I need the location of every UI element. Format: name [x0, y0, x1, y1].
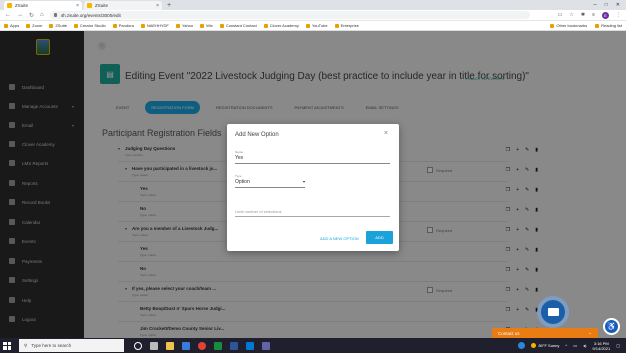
bookmark-icon	[219, 23, 224, 28]
zsuite-favicon-icon	[7, 3, 12, 8]
store-icon[interactable]	[182, 341, 190, 350]
bookmark-icon	[112, 23, 117, 28]
clock[interactable]: 3:16 PM 9/14/2021	[592, 341, 610, 351]
bookmark-icon	[26, 23, 31, 28]
bookmark-icon	[305, 23, 310, 28]
maximize-icon[interactable]: □	[605, 2, 608, 8]
reading-list-icon	[595, 23, 600, 28]
bookmark-icon	[263, 23, 268, 28]
search-icon: ⚲	[24, 342, 28, 348]
excel-icon[interactable]	[214, 341, 222, 350]
network-icon[interactable]: ▭	[573, 343, 577, 348]
bookmark-item[interactable]: Clover Academy	[263, 23, 299, 28]
name-field[interactable]: Name Yes	[235, 150, 390, 164]
teams-icon[interactable]	[262, 341, 270, 350]
bookmark-item[interactable]: Creator Studio	[73, 23, 106, 28]
name-input[interactable]: Yes	[235, 154, 390, 164]
bookmark-item[interactable]: Zoom	[26, 23, 42, 28]
close-icon[interactable]: ×	[384, 130, 388, 137]
tray-chevron-icon[interactable]: ^	[565, 343, 567, 348]
close-tab-icon[interactable]: ×	[76, 3, 79, 9]
bookmark-icon	[200, 23, 205, 28]
account-icon[interactable]	[518, 342, 526, 349]
browser-toolbar-icons: ▭ ☆ ✱ ≡ E ⋮	[558, 11, 621, 19]
close-tab-icon[interactable]: ×	[156, 3, 159, 9]
browser-tab-label: ZSuite	[95, 3, 109, 8]
windows-taskbar: ⚲ Type here to search 80°F Sunny ^ ▭ ◂) …	[0, 338, 626, 353]
outlook-icon[interactable]	[246, 341, 254, 350]
contact-us-bar[interactable]: Contact us ⌄	[492, 328, 598, 338]
add-new-option-button[interactable]: ADD A NEW OPTION	[320, 236, 359, 241]
word-icon[interactable]	[230, 341, 238, 350]
task-view-icon[interactable]	[150, 341, 158, 350]
profile-avatar[interactable]: E	[602, 11, 609, 19]
chevron-down-icon: ▾	[302, 179, 305, 184]
bookmark-item[interactable]: Enterprise	[334, 23, 359, 28]
bookmark-item[interactable]: NAEHHYDF	[140, 23, 169, 28]
address-bar-row: ← → ↻ ⌂ 4h.zsuite.org/events/3000/edit ▭…	[0, 10, 626, 21]
chevron-down-icon: ⌄	[588, 330, 592, 335]
folder-icon	[550, 23, 555, 28]
bookmark-icon	[175, 23, 180, 28]
extensions-icon[interactable]: ✱	[581, 12, 585, 18]
file-explorer-icon[interactable]	[166, 341, 174, 350]
weather-widget[interactable]: 80°F Sunny	[531, 343, 559, 348]
bookmark-icon	[140, 23, 145, 28]
message-fab[interactable]	[541, 300, 565, 324]
list-icon[interactable]: ≡	[592, 12, 595, 18]
bookmark-icon	[4, 23, 8, 28]
zsuite-favicon-icon	[87, 3, 92, 8]
volume-icon[interactable]: ◂)	[583, 343, 586, 348]
bookmark-item[interactable]: ZSuite	[49, 23, 67, 28]
bookmark-item[interactable]: Yahoo	[175, 23, 193, 28]
system-tray: 80°F Sunny ^ ▭ ◂) 3:16 PM 9/14/2021 ▢	[518, 341, 626, 351]
type-select-value[interactable]: Option ▾	[235, 178, 305, 188]
bookmark-icon	[49, 23, 54, 28]
type-select[interactable]: Type Option ▾	[235, 174, 305, 188]
other-bookmarks[interactable]: Other bookmarks	[550, 23, 587, 28]
bookmarks-bar: Apps Zoom ZSuite Creator Studio Pandora …	[0, 21, 626, 31]
back-arrow-icon[interactable]: ←	[5, 12, 11, 18]
browser-tab[interactable]: ZSuite ×	[84, 1, 162, 10]
lock-icon	[53, 13, 57, 17]
home-icon[interactable]: ⌂	[40, 12, 44, 18]
windows-start-icon[interactable]	[3, 341, 11, 350]
bookmark-icon	[73, 23, 78, 28]
bookmark-item[interactable]: Constant Contact	[219, 23, 257, 28]
taskbar-search[interactable]: ⚲ Type here to search	[19, 339, 124, 352]
limit-selections-input[interactable]: Limit number of selections	[235, 208, 390, 217]
limit-field[interactable]: Limit number of selections	[235, 208, 390, 217]
accessibility-icon[interactable]: ♿	[603, 318, 620, 335]
chrome-icon[interactable]	[198, 341, 206, 350]
url-input[interactable]: 4h.zsuite.org/events/3000/edit	[49, 11, 530, 19]
window-controls: ─ □ ✕	[593, 2, 626, 8]
notifications-icon[interactable]: ▢	[616, 343, 620, 348]
new-tab-button[interactable]: +	[164, 2, 174, 10]
url-text: 4h.zsuite.org/events/3000/edit	[60, 12, 121, 18]
bookmark-item[interactable]: Wix	[200, 23, 213, 28]
add-button[interactable]: ADD	[366, 231, 393, 244]
bookmark-item[interactable]: Pandora	[112, 23, 134, 28]
reading-list[interactable]: Reading list	[595, 23, 622, 28]
bookmark-item[interactable]: Apps	[4, 23, 19, 28]
bookmark-item[interactable]: YouTube	[305, 23, 328, 28]
bookmark-icon	[334, 23, 339, 28]
envelope-icon	[547, 308, 559, 316]
browser-tab-bar: ZSuite × ZSuite × + ─ □ ✕	[0, 0, 626, 10]
close-window-icon[interactable]: ✕	[616, 2, 620, 8]
browser-tab[interactable]: ZSuite ×	[4, 1, 82, 10]
forward-arrow-icon[interactable]: →	[17, 12, 23, 18]
taskbar-apps	[134, 341, 270, 350]
cast-icon[interactable]: ▭	[558, 12, 563, 18]
dialog-title: Add New Option	[235, 132, 279, 138]
sun-icon	[531, 343, 537, 348]
minimize-icon[interactable]: ─	[593, 2, 597, 8]
browser-tab-label: ZSuite	[15, 3, 29, 8]
cortana-icon[interactable]	[134, 341, 142, 350]
menu-dots-icon[interactable]: ⋮	[616, 12, 621, 18]
add-new-option-dialog: Add New Option × Name Yes Type Option ▾ …	[227, 124, 399, 251]
star-icon[interactable]: ☆	[569, 12, 573, 18]
reload-icon[interactable]: ↻	[29, 12, 34, 19]
